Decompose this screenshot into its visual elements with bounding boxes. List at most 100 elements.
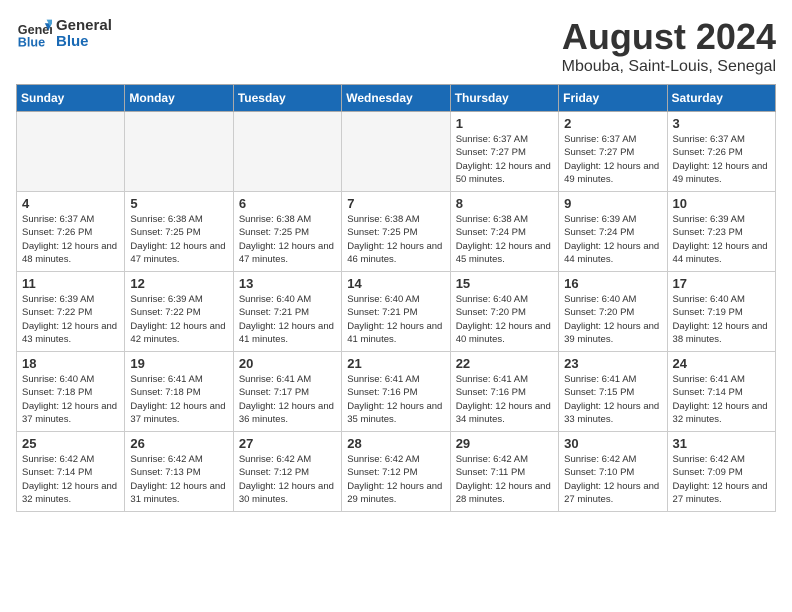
day-info: Sunrise: 6:42 AMSunset: 7:09 PMDaylight:… <box>673 453 770 506</box>
day-info: Sunrise: 6:40 AMSunset: 7:21 PMDaylight:… <box>347 293 444 346</box>
calendar-cell: 31Sunrise: 6:42 AMSunset: 7:09 PMDayligh… <box>667 432 775 512</box>
calendar-cell: 4 Sunrise: 6:37 AMSunset: 7:26 PMDaylight… <box>17 192 125 272</box>
calendar-cell: 23 Sunrise: 6:41 AMSunset: 7:15 PMDayligh… <box>559 352 667 432</box>
day-number: 10 <box>673 196 770 211</box>
day-header-saturday: Saturday <box>667 85 775 112</box>
day-info: Sunrise: 6:40 AMSunset: 7:20 PMDaylight:… <box>564 293 661 346</box>
calendar-cell: 8 Sunrise: 6:38 AMSunset: 7:24 PMDaylight… <box>450 192 558 272</box>
day-info: Sunrise: 6:41 AMSunset: 7:16 PMDaylight:… <box>347 373 444 426</box>
day-info: Sunrise: 6:38 AMSunset: 7:25 PMDaylight:… <box>347 213 444 266</box>
calendar-week-row: 25 Sunrise: 6:42 AMSunset: 7:14 PMDayligh… <box>17 432 776 512</box>
day-header-thursday: Thursday <box>450 85 558 112</box>
calendar-header-row: SundayMondayTuesdayWednesdayThursdayFrid… <box>17 85 776 112</box>
calendar-week-row: 4 Sunrise: 6:37 AMSunset: 7:26 PMDaylight… <box>17 192 776 272</box>
calendar-cell: 25 Sunrise: 6:42 AMSunset: 7:14 PMDayligh… <box>17 432 125 512</box>
day-header-sunday: Sunday <box>17 85 125 112</box>
logo-text-blue: Blue <box>56 34 112 51</box>
day-number: 8 <box>456 196 553 211</box>
day-info: Sunrise: 6:37 AMSunset: 7:26 PMDaylight:… <box>673 133 770 186</box>
day-number: 9 <box>564 196 661 211</box>
day-info: Sunrise: 6:39 AMSunset: 7:24 PMDaylight:… <box>564 213 661 266</box>
calendar-cell: 28 Sunrise: 6:42 AMSunset: 7:12 PMDayligh… <box>342 432 450 512</box>
calendar-cell: 12 Sunrise: 6:39 AMSunset: 7:22 PMDayligh… <box>125 272 233 352</box>
day-info: Sunrise: 6:40 AMSunset: 7:21 PMDaylight:… <box>239 293 336 346</box>
day-number: 29 <box>456 436 553 451</box>
calendar-cell: 26Sunrise: 6:42 AMSunset: 7:13 PMDayligh… <box>125 432 233 512</box>
day-number: 12 <box>130 276 227 291</box>
calendar-cell: 17Sunrise: 6:40 AMSunset: 7:19 PMDayligh… <box>667 272 775 352</box>
day-info: Sunrise: 6:38 AMSunset: 7:25 PMDaylight:… <box>130 213 227 266</box>
day-number: 14 <box>347 276 444 291</box>
calendar-cell: 6 Sunrise: 6:38 AMSunset: 7:25 PMDaylight… <box>233 192 341 272</box>
calendar-cell: 20Sunrise: 6:41 AMSunset: 7:17 PMDayligh… <box>233 352 341 432</box>
day-info: Sunrise: 6:40 AMSunset: 7:19 PMDaylight:… <box>673 293 770 346</box>
day-info: Sunrise: 6:40 AMSunset: 7:18 PMDaylight:… <box>22 373 119 426</box>
calendar-cell <box>125 112 233 192</box>
day-number: 13 <box>239 276 336 291</box>
calendar-cell: 18Sunrise: 6:40 AMSunset: 7:18 PMDayligh… <box>17 352 125 432</box>
day-number: 2 <box>564 116 661 131</box>
day-number: 28 <box>347 436 444 451</box>
calendar-cell: 22Sunrise: 6:41 AMSunset: 7:16 PMDayligh… <box>450 352 558 432</box>
day-info: Sunrise: 6:37 AMSunset: 7:27 PMDaylight:… <box>564 133 661 186</box>
calendar-week-row: 11Sunrise: 6:39 AMSunset: 7:22 PMDayligh… <box>17 272 776 352</box>
day-info: Sunrise: 6:37 AMSunset: 7:27 PMDaylight:… <box>456 133 553 186</box>
logo: General Blue General Blue <box>16 16 112 52</box>
day-info: Sunrise: 6:42 AMSunset: 7:12 PMDaylight:… <box>239 453 336 506</box>
day-number: 1 <box>456 116 553 131</box>
calendar-cell: 19 Sunrise: 6:41 AMSunset: 7:18 PMDayligh… <box>125 352 233 432</box>
day-info: Sunrise: 6:39 AMSunset: 7:22 PMDaylight:… <box>130 293 227 346</box>
calendar-cell: 1 Sunrise: 6:37 AMSunset: 7:27 PMDaylight… <box>450 112 558 192</box>
calendar-table: SundayMondayTuesdayWednesdayThursdayFrid… <box>16 84 776 512</box>
day-info: Sunrise: 6:42 AMSunset: 7:11 PMDaylight:… <box>456 453 553 506</box>
day-info: Sunrise: 6:40 AMSunset: 7:20 PMDaylight:… <box>456 293 553 346</box>
calendar-title: August 2024 <box>562 16 776 58</box>
day-info: Sunrise: 6:42 AMSunset: 7:10 PMDaylight:… <box>564 453 661 506</box>
logo-text-general: General <box>56 18 112 35</box>
day-info: Sunrise: 6:41 AMSunset: 7:14 PMDaylight:… <box>673 373 770 426</box>
day-number: 16 <box>564 276 661 291</box>
day-number: 4 <box>22 196 119 211</box>
day-number: 7 <box>347 196 444 211</box>
day-number: 26 <box>130 436 227 451</box>
day-info: Sunrise: 6:41 AMSunset: 7:18 PMDaylight:… <box>130 373 227 426</box>
calendar-cell <box>233 112 341 192</box>
header: General Blue General Blue August 2024 Mb… <box>16 16 776 76</box>
day-number: 19 <box>130 356 227 371</box>
day-number: 25 <box>22 436 119 451</box>
calendar-cell: 24Sunrise: 6:41 AMSunset: 7:14 PMDayligh… <box>667 352 775 432</box>
day-info: Sunrise: 6:38 AMSunset: 7:24 PMDaylight:… <box>456 213 553 266</box>
day-number: 30 <box>564 436 661 451</box>
day-number: 27 <box>239 436 336 451</box>
day-info: Sunrise: 6:39 AMSunset: 7:22 PMDaylight:… <box>22 293 119 346</box>
day-number: 6 <box>239 196 336 211</box>
day-info: Sunrise: 6:37 AMSunset: 7:26 PMDaylight:… <box>22 213 119 266</box>
calendar-cell: 15 Sunrise: 6:40 AMSunset: 7:20 PMDayligh… <box>450 272 558 352</box>
calendar-cell: 11Sunrise: 6:39 AMSunset: 7:22 PMDayligh… <box>17 272 125 352</box>
day-number: 5 <box>130 196 227 211</box>
day-number: 23 <box>564 356 661 371</box>
day-info: Sunrise: 6:41 AMSunset: 7:16 PMDaylight:… <box>456 373 553 426</box>
calendar-cell <box>342 112 450 192</box>
day-header-friday: Friday <box>559 85 667 112</box>
day-info: Sunrise: 6:41 AMSunset: 7:15 PMDaylight:… <box>564 373 661 426</box>
calendar-week-row: 18Sunrise: 6:40 AMSunset: 7:18 PMDayligh… <box>17 352 776 432</box>
svg-text:Blue: Blue <box>18 36 45 50</box>
calendar-cell <box>17 112 125 192</box>
logo-icon: General Blue <box>16 16 52 52</box>
day-info: Sunrise: 6:42 AMSunset: 7:12 PMDaylight:… <box>347 453 444 506</box>
calendar-cell: 30 Sunrise: 6:42 AMSunset: 7:10 PMDayligh… <box>559 432 667 512</box>
day-info: Sunrise: 6:42 AMSunset: 7:14 PMDaylight:… <box>22 453 119 506</box>
calendar-cell: 21Sunrise: 6:41 AMSunset: 7:16 PMDayligh… <box>342 352 450 432</box>
day-info: Sunrise: 6:39 AMSunset: 7:23 PMDaylight:… <box>673 213 770 266</box>
day-number: 15 <box>456 276 553 291</box>
day-header-wednesday: Wednesday <box>342 85 450 112</box>
title-area: August 2024 Mbouba, Saint-Louis, Senegal <box>562 16 776 76</box>
calendar-week-row: 1 Sunrise: 6:37 AMSunset: 7:27 PMDaylight… <box>17 112 776 192</box>
day-header-monday: Monday <box>125 85 233 112</box>
calendar-cell: 9 Sunrise: 6:39 AMSunset: 7:24 PMDaylight… <box>559 192 667 272</box>
day-info: Sunrise: 6:41 AMSunset: 7:17 PMDaylight:… <box>239 373 336 426</box>
day-info: Sunrise: 6:38 AMSunset: 7:25 PMDaylight:… <box>239 213 336 266</box>
calendar-subtitle: Mbouba, Saint-Louis, Senegal <box>562 58 776 76</box>
calendar-cell: 27 Sunrise: 6:42 AMSunset: 7:12 PMDayligh… <box>233 432 341 512</box>
